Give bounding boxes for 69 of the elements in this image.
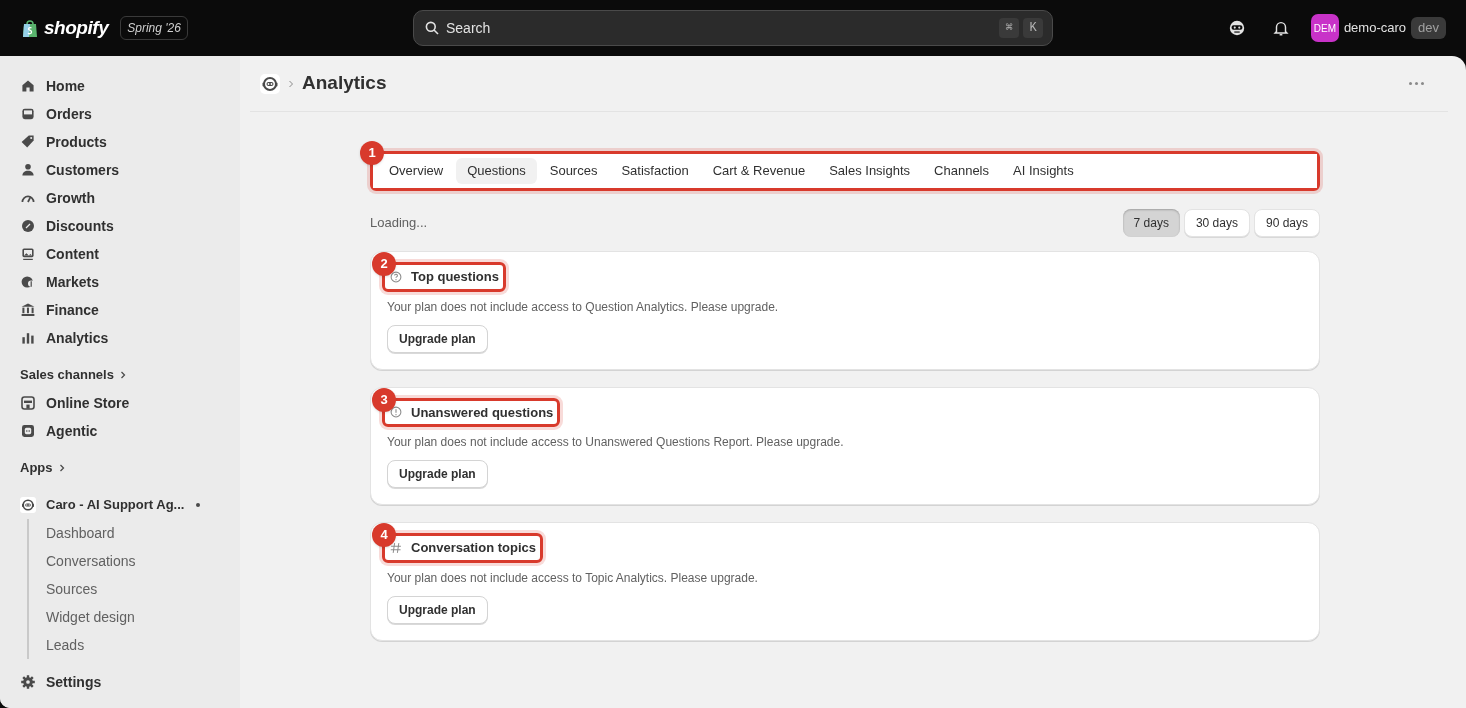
- settings-nav-item[interactable]: Settings: [12, 668, 228, 696]
- nav-item[interactable]: Products: [12, 128, 228, 156]
- date-range-button[interactable]: 7 days: [1122, 209, 1180, 237]
- nav-item[interactable]: Markets: [12, 268, 228, 296]
- subnav-item[interactable]: Dashboard: [29, 519, 228, 547]
- robot-icon: [20, 423, 36, 439]
- logo-wordmark[interactable]: shopify: [44, 13, 109, 43]
- search-icon: [424, 20, 440, 36]
- nav-item[interactable]: Online Store: [12, 389, 228, 417]
- page-title: Analytics: [302, 71, 387, 96]
- ellipsis-icon: [1408, 82, 1424, 85]
- card-title: Unanswered questions: [411, 403, 554, 422]
- person-icon: [20, 162, 36, 178]
- app-nav-item[interactable]: Caro - AI Support Ag...: [12, 491, 228, 519]
- section-heading[interactable]: Apps: [12, 454, 228, 482]
- nav-item[interactable]: Orders: [12, 100, 228, 128]
- date-range-button[interactable]: 90 days: [1253, 209, 1320, 237]
- home-icon: [20, 78, 36, 94]
- store-icon: [20, 395, 36, 411]
- upgrade-message: Your plan does not include access to Topic Analytics. Please upgrade.: [387, 569, 759, 587]
- subnav-item[interactable]: Widget design: [29, 603, 228, 631]
- card-title: Top questions: [411, 268, 499, 286]
- bar-chart-icon: [20, 330, 36, 346]
- headset-robot-icon: [260, 73, 280, 94]
- subnav-item[interactable]: Conversations: [29, 547, 228, 575]
- robot-face-icon: [1227, 19, 1246, 37]
- store-badge: dev: [1411, 17, 1446, 39]
- subnav-item[interactable]: Leads: [29, 631, 228, 659]
- shortcut-key: K: [1023, 18, 1043, 38]
- nav-item[interactable]: Growth: [12, 184, 228, 212]
- hash-icon: [389, 540, 403, 555]
- card-title: Conversation topics: [411, 539, 536, 557]
- gear-icon: [20, 674, 36, 690]
- store-name[interactable]: demo-caro: [1343, 18, 1407, 38]
- loading-text: Loading...: [370, 214, 428, 233]
- nav-item[interactable]: Analytics: [12, 324, 228, 352]
- shortcut-key: ⌘: [999, 18, 1019, 38]
- subnav-item[interactable]: Sources: [29, 575, 228, 603]
- upgrade-plan-button[interactable]: Upgrade plan: [387, 460, 488, 488]
- annotation-number: 4: [372, 523, 396, 547]
- nav-item[interactable]: Agentic: [12, 417, 228, 445]
- bell-icon: [1271, 19, 1290, 37]
- nav-item[interactable]: Discounts: [12, 212, 228, 240]
- tab[interactable]: Questions: [456, 158, 537, 184]
- bank-icon: [20, 302, 36, 318]
- inbox-icon: [20, 106, 36, 122]
- annotation-number: 3: [372, 387, 396, 412]
- headset-robot-icon: [20, 497, 36, 513]
- nav-item[interactable]: Content: [12, 240, 228, 268]
- nav-item[interactable]: Home: [12, 72, 228, 100]
- section-heading[interactable]: Sales channels: [12, 361, 228, 389]
- image-icon: [20, 246, 36, 262]
- date-range-button[interactable]: 30 days: [1183, 209, 1250, 237]
- nav-item[interactable]: Customers: [12, 156, 228, 184]
- annotation-number: 2: [372, 252, 396, 276]
- upgrade-message: Your plan does not include access to Unanswered Questions Report. Please upgrade.: [387, 434, 845, 451]
- upgrade-plan-button[interactable]: Upgrade plan: [387, 324, 488, 353]
- shopping-bag-icon: [20, 17, 40, 39]
- edition-badge: Spring '26: [120, 16, 188, 40]
- alert-circle-icon: [389, 405, 403, 420]
- annotation-number: 1: [360, 141, 384, 165]
- nav-item[interactable]: Finance: [12, 296, 228, 324]
- tag-icon: [20, 134, 36, 150]
- chevron-right-icon: [286, 78, 296, 89]
- discount-badge-icon: [20, 218, 36, 234]
- upgrade-plan-button[interactable]: Upgrade plan: [387, 595, 488, 624]
- store-avatar[interactable]: DEM: [1310, 14, 1339, 42]
- upgrade-message: Your plan does not include access to Question Analytics. Please upgrade.: [387, 298, 780, 316]
- question-circle-icon: [389, 269, 403, 284]
